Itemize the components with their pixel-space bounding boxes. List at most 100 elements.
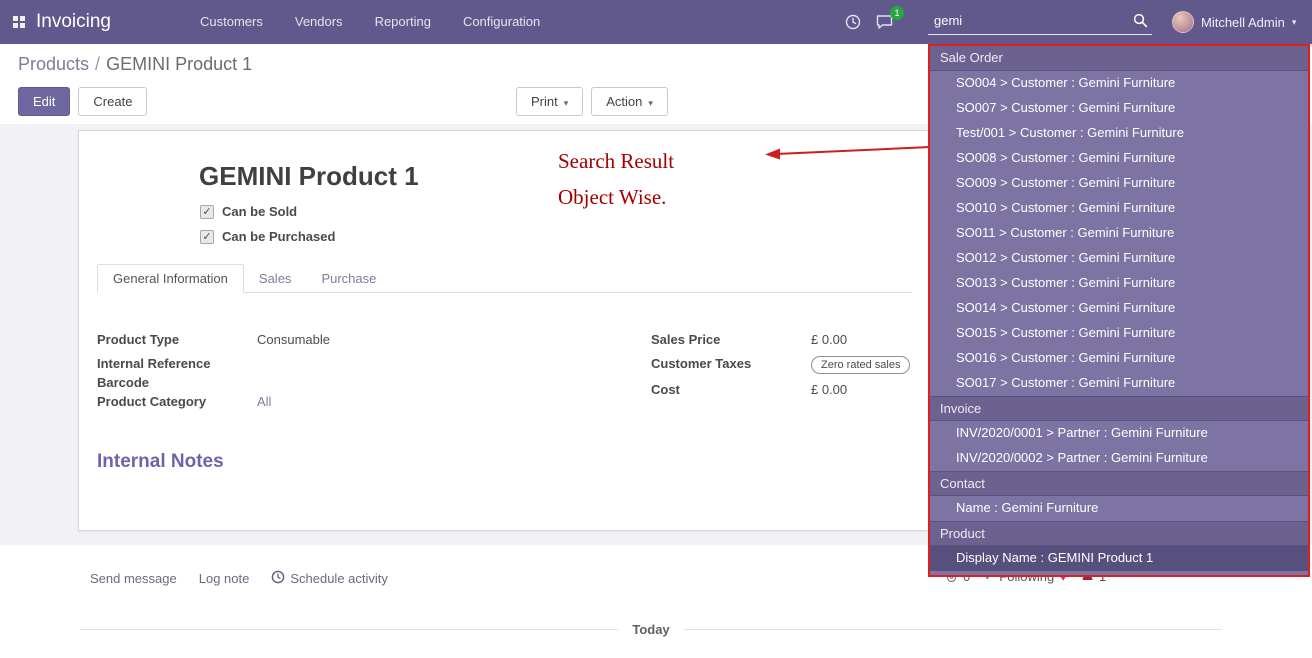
message-count-badge[interactable]: 1: [890, 6, 904, 20]
divider-line: [80, 629, 618, 630]
search-result-item[interactable]: Test/001 > Customer : Gemini Furniture: [930, 121, 1308, 146]
user-menu[interactable]: Mitchell Admin ▾: [1172, 0, 1296, 44]
menu-customers[interactable]: Customers: [184, 0, 279, 44]
sales-price-value: £ 0.00: [811, 332, 847, 347]
chevron-down-icon: ▾: [648, 98, 653, 108]
search-result-item[interactable]: INV/2020/0001 > Partner : Gemini Furnitu…: [930, 421, 1308, 446]
search-result-item[interactable]: Name : Gemini Furniture: [930, 496, 1308, 521]
menu-vendors[interactable]: Vendors: [279, 0, 359, 44]
search-result-item[interactable]: SO014 > Customer : Gemini Furniture: [930, 296, 1308, 321]
group-contact: Contact Name : Gemini Furniture: [930, 471, 1308, 521]
tab-sales[interactable]: Sales: [244, 265, 307, 292]
search-result-item[interactable]: INV/2020/0002 > Partner : Gemini Furnitu…: [930, 446, 1308, 471]
product-category-row: Product Category All: [97, 394, 527, 413]
divider-line: [684, 629, 1222, 630]
cost-row: Cost £ 0.00: [651, 382, 921, 401]
global-search: [928, 8, 1152, 35]
search-result-item[interactable]: SO016 > Customer : Gemini Furniture: [930, 346, 1308, 371]
internal-notes-heading: Internal Notes: [97, 451, 224, 473]
can-be-purchased-label: Can be Purchased: [222, 229, 335, 244]
print-dropdown-button[interactable]: Print▾: [516, 87, 583, 116]
search-result-item[interactable]: SO011 > Customer : Gemini Furniture: [930, 221, 1308, 246]
search-result-item[interactable]: SO008 > Customer : Gemini Furniture: [930, 146, 1308, 171]
barcode-row: Barcode: [97, 375, 527, 394]
search-result-item-selected[interactable]: Display Name : GEMINI Product 1: [930, 546, 1308, 571]
product-type-row: Product Type Consumable: [97, 332, 527, 351]
can-be-sold-label: Can be Sold: [222, 204, 297, 219]
barcode-label: Barcode: [97, 375, 257, 390]
top-navbar: Invoicing Customers Vendors Reporting Co…: [0, 0, 1312, 44]
search-result-item[interactable]: SO009 > Customer : Gemini Furniture: [930, 171, 1308, 196]
apps-menu-icon[interactable]: [13, 16, 25, 28]
internal-reference-row: Internal Reference: [97, 356, 527, 375]
user-name: Mitchell Admin: [1201, 15, 1285, 30]
group-product: Product Display Name : GEMINI Product 1: [930, 521, 1308, 571]
annotation-arrow: [762, 139, 932, 163]
notebook-tabs: General Information Sales Purchase: [97, 263, 912, 293]
search-results-dropdown: Sale Order SO004 > Customer : Gemini Fur…: [928, 44, 1310, 577]
product-form-sheet: GEMINI Product 1 ✓ Can be Sold ✓ Can be …: [78, 130, 931, 531]
search-result-item[interactable]: SO010 > Customer : Gemini Furniture: [930, 196, 1308, 221]
action-dropdown-button[interactable]: Action▾: [591, 87, 668, 116]
breadcrumb-current: GEMINI Product 1: [106, 54, 252, 74]
customer-taxes-tag: Zero rated sales: [811, 356, 910, 374]
invoice-items: INV/2020/0001 > Partner : Gemini Furnitu…: [930, 421, 1308, 471]
contact-items: Name : Gemini Furniture: [930, 496, 1308, 521]
today-label: Today: [632, 622, 669, 637]
right-field-column: Sales Price £ 0.00 Customer Taxes Zero r…: [651, 332, 921, 401]
activities-clock-icon[interactable]: [845, 14, 861, 30]
product-type-label: Product Type: [97, 332, 257, 347]
create-button[interactable]: Create: [78, 87, 147, 116]
can-be-purchased-checkbox[interactable]: ✓: [200, 230, 214, 244]
search-result-item[interactable]: SO013 > Customer : Gemini Furniture: [930, 271, 1308, 296]
checkbox-check-icon: ✓: [202, 231, 211, 243]
search-result-item[interactable]: SO012 > Customer : Gemini Furniture: [930, 246, 1308, 271]
search-result-item[interactable]: SO004 > Customer : Gemini Furniture: [930, 71, 1308, 96]
product-category-label: Product Category: [97, 394, 257, 409]
group-header-invoice: Invoice: [930, 396, 1308, 421]
group-invoice: Invoice INV/2020/0001 > Partner : Gemini…: [930, 396, 1308, 471]
customer-taxes-label: Customer Taxes: [651, 356, 811, 371]
record-buttons: Edit Create: [18, 87, 147, 116]
menu-configuration[interactable]: Configuration: [447, 0, 556, 44]
group-header-sale-order: Sale Order: [930, 46, 1308, 71]
search-result-item[interactable]: SO015 > Customer : Gemini Furniture: [930, 321, 1308, 346]
edit-button[interactable]: Edit: [18, 87, 70, 116]
group-header-product: Product: [930, 521, 1308, 546]
product-title: GEMINI Product 1: [199, 161, 419, 192]
cost-value: £ 0.00: [811, 382, 847, 397]
menu-reporting[interactable]: Reporting: [359, 0, 447, 44]
annotation-line1: Search Result: [558, 143, 674, 179]
search-result-item[interactable]: SO017 > Customer : Gemini Furniture: [930, 371, 1308, 396]
app-title[interactable]: Invoicing: [36, 0, 111, 44]
schedule-clock-icon: [271, 570, 285, 587]
can-be-sold-row: ✓ Can be Sold: [200, 204, 297, 219]
breadcrumb: Products/GEMINI Product 1: [18, 54, 252, 75]
product-type-value: Consumable: [257, 332, 330, 347]
tab-general-information[interactable]: General Information: [97, 264, 244, 293]
search-result-item[interactable]: SO007 > Customer : Gemini Furniture: [930, 96, 1308, 121]
log-note-link[interactable]: Log note: [199, 570, 250, 587]
can-be-sold-checkbox[interactable]: ✓: [200, 205, 214, 219]
chevron-down-icon: ▾: [1292, 17, 1297, 28]
customer-taxes-row: Customer Taxes Zero rated sales: [651, 356, 921, 375]
search-input[interactable]: [928, 8, 1152, 35]
print-action-buttons: Print▾ Action▾: [516, 87, 668, 116]
sale-order-items: SO004 > Customer : Gemini FurnitureSO007…: [930, 71, 1308, 396]
internal-reference-label: Internal Reference: [97, 356, 257, 371]
left-field-column: Product Type Consumable Internal Referen…: [97, 332, 527, 413]
product-category-value[interactable]: All: [257, 394, 271, 409]
breadcrumb-products-link[interactable]: Products: [18, 54, 89, 74]
sales-price-row: Sales Price £ 0.00: [651, 332, 921, 351]
annotation-line2: Object Wise.: [558, 179, 674, 215]
tab-purchase[interactable]: Purchase: [306, 265, 391, 292]
send-message-link[interactable]: Send message: [90, 570, 177, 587]
breadcrumb-separator: /: [89, 54, 106, 74]
sales-price-label: Sales Price: [651, 332, 811, 347]
cost-label: Cost: [651, 382, 811, 397]
user-avatar: [1172, 11, 1194, 33]
search-icon[interactable]: [1133, 13, 1148, 33]
checkbox-check-icon: ✓: [202, 206, 211, 218]
annotation-text: Search Result Object Wise.: [558, 143, 674, 215]
schedule-activity-link[interactable]: Schedule activity: [271, 570, 388, 587]
